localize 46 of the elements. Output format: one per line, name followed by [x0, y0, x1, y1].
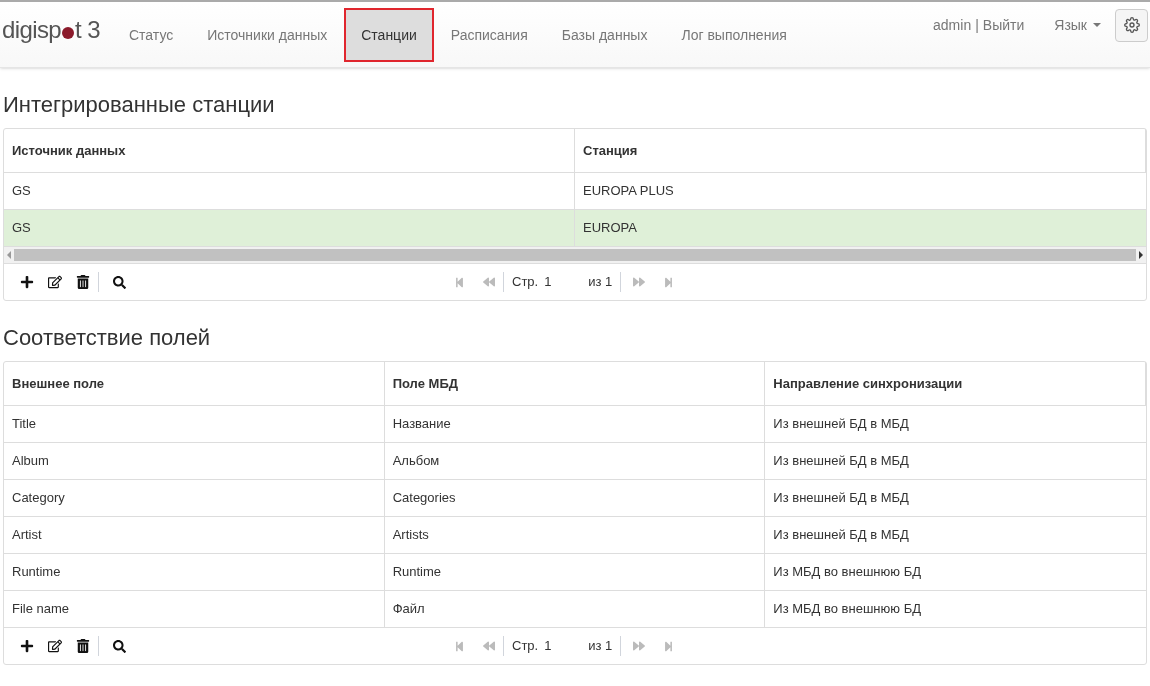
table-cell: Album — [4, 443, 385, 480]
delete-icon[interactable] — [76, 639, 90, 653]
table-cell: Artist — [4, 517, 385, 554]
page-count: из 1 — [588, 273, 613, 292]
separator-text: | — [975, 15, 979, 35]
edit-icon[interactable] — [48, 639, 62, 653]
table-cell: Название — [384, 406, 766, 443]
table-cell: GS — [4, 210, 575, 247]
table-cell: Artists — [384, 517, 766, 554]
nav-tab[interactable]: Источники данных — [190, 8, 345, 62]
delete-icon[interactable] — [76, 275, 90, 289]
page-label: Стр. — [512, 273, 539, 292]
table-cell: Альбом — [384, 443, 766, 480]
section-title: Интегрированные станции — [2, 91, 276, 119]
table-cell: Runtime — [4, 554, 385, 591]
scroll-right-icon[interactable] — [1139, 251, 1143, 259]
edit-icon[interactable] — [48, 275, 62, 289]
horizontal-scrollbar[interactable] — [4, 247, 1146, 264]
page-count: из 1 — [588, 637, 613, 656]
table-cell: Файл — [384, 591, 766, 628]
nav-tab[interactable]: Статус — [112, 8, 191, 62]
table-cell: Title — [4, 406, 385, 443]
page-label: Стр. — [512, 637, 539, 656]
table-cell: Categories — [384, 480, 766, 517]
logo[interactable]: digisp t 3 — [0, 2, 100, 48]
table-cell: Runtime — [384, 554, 766, 591]
table-cell: File name — [4, 591, 385, 628]
page-input[interactable]: 1 — [544, 272, 589, 292]
nav-tab[interactable]: Лог выполнения — [664, 8, 804, 62]
nav-tab[interactable]: Базы данных — [544, 8, 665, 62]
page-input[interactable]: 1 — [544, 636, 589, 656]
table-cell: EUROPA — [575, 210, 1146, 247]
logout-link[interactable]: Выйти — [982, 14, 1025, 36]
add-icon[interactable] — [20, 275, 34, 289]
language-dropdown[interactable]: Язык — [1054, 14, 1101, 36]
add-icon[interactable] — [20, 639, 34, 653]
section-title: Соответствие полей — [2, 324, 212, 352]
table-cell: Category — [4, 480, 385, 517]
table-cell: GS — [4, 173, 575, 210]
username: admin — [933, 15, 972, 35]
settings-button[interactable] — [1115, 8, 1148, 42]
nav-tab[interactable]: Расписания — [433, 8, 545, 62]
search-icon[interactable] — [113, 639, 126, 653]
settings-icon — [1123, 17, 1140, 33]
search-icon[interactable] — [113, 275, 126, 289]
nav-tab[interactable]: Станции — [344, 8, 434, 62]
